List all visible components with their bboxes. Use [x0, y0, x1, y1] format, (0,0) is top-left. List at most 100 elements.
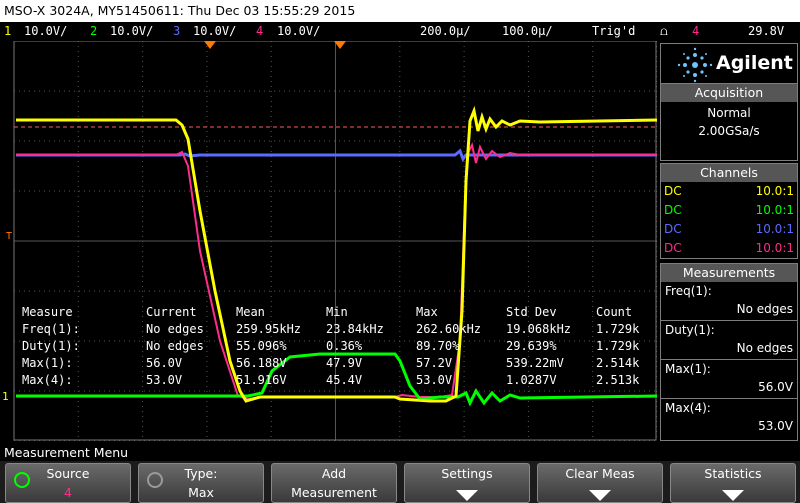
cell-current: No edges: [146, 322, 204, 336]
trigger-state: Trig'd: [592, 24, 636, 38]
side-measurement-value: No edges: [736, 341, 793, 355]
cell-current: 53.0V: [146, 373, 183, 387]
side-measurement-item[interactable]: Freq(1): No edges: [661, 282, 797, 321]
cell-max: 89.70%: [416, 339, 460, 353]
ch3-scale[interactable]: 10.0V/: [193, 24, 236, 38]
cell-current: 56.0V: [146, 356, 183, 370]
channel-probe-ratio: 10.0:1: [755, 241, 794, 255]
header-cell: Std Dev: [506, 305, 557, 319]
header-cell: Mean: [236, 305, 265, 319]
acquisition-mode: Normal: [707, 106, 751, 120]
timebase-scale[interactable]: 200.0µ/: [420, 24, 471, 38]
arrow-down-icon: [589, 490, 611, 501]
header-cell: Count: [596, 305, 633, 319]
cell-current: No edges: [146, 339, 204, 353]
trigger-level[interactable]: 29.8V: [748, 24, 784, 38]
sample-rate: 2.00GSa/s: [698, 124, 760, 138]
cell-std: 539.22mV: [506, 356, 564, 370]
channels-title: Channels: [661, 164, 797, 182]
side-measurement-item[interactable]: Max(1): 56.0V: [661, 360, 797, 399]
header-cell: Min: [326, 305, 348, 319]
side-panel: Agilent Acquisition Normal 2.00GSa/s Cha…: [657, 41, 800, 441]
waveform-display[interactable]: 1 T Measure Current Mean Min Max Std Dev Count…: [0, 41, 657, 441]
channel-probe-ratio: 10.0:1: [755, 203, 794, 217]
side-measurement-label: Max(1):: [665, 362, 711, 376]
trigger-edge-icon: ⩍: [660, 24, 668, 38]
softkey-1[interactable]: Source 4: [5, 463, 131, 503]
cell-name: Max(4):: [22, 373, 73, 387]
side-measurement-item[interactable]: Max(4): 53.0V: [665, 399, 793, 438]
cell-min: 0.36%: [326, 339, 363, 353]
brand-panel: Agilent: [660, 43, 798, 85]
cell-mean: 259.95kHz: [236, 322, 302, 336]
cell-name: Freq(1):: [22, 322, 80, 336]
channel-probe-ratio: 10.0:1: [755, 184, 794, 198]
softkey-6[interactable]: Statistics: [670, 463, 796, 503]
acquisition-title: Acquisition: [661, 84, 797, 102]
cell-count: 1.729k: [596, 339, 640, 353]
channel-row-2[interactable]: DC 10.0:1: [664, 202, 794, 221]
side-measurement-value: 56.0V: [758, 380, 793, 394]
side-measurement-label: Freq(1):: [665, 284, 712, 298]
ch3-number[interactable]: 3: [173, 24, 180, 38]
softkey-2[interactable]: Type: Max: [138, 463, 264, 503]
ch2-scale[interactable]: 10.0V/: [110, 24, 153, 38]
cell-count: 2.514k: [596, 356, 640, 370]
cell-mean: 56.188V: [236, 356, 287, 370]
cell-std: 29.639%: [506, 339, 557, 353]
menu-title: Measurement Menu: [0, 441, 800, 461]
softkey-label: Statistics: [704, 466, 762, 481]
softkey-3[interactable]: Add Measurement: [271, 463, 397, 503]
softkey-label: Add: [321, 466, 347, 481]
cell-max: 57.2V: [416, 356, 453, 370]
side-measurement-item[interactable]: Duty(1): No edges: [661, 321, 797, 360]
cell-min: 47.9V: [326, 356, 363, 370]
channel-row-4[interactable]: DC 10.0:1: [664, 240, 794, 259]
channels-panel[interactable]: Channels DC 10.0:1 DC 10.0:1 DC 10.0:1 DC 10.0:…: [660, 163, 798, 259]
acquisition-panel[interactable]: Acquisition Normal 2.00GSa/s: [660, 83, 798, 161]
channel-status-bar: 1 10.0V/ 2 10.0V/ 3 10.0V/ 4 10.0V/ 200.…: [0, 22, 800, 41]
channel-row-1[interactable]: DC 10.0:1: [664, 183, 794, 202]
channel-row-3[interactable]: DC 10.0:1: [664, 221, 794, 240]
ch4-scale[interactable]: 10.0V/: [277, 24, 320, 38]
time-delay[interactable]: 100.0µ/: [502, 24, 553, 38]
cell-std: 1.0287V: [506, 373, 557, 387]
agilent-spark-icon: [677, 47, 713, 83]
ch1-number[interactable]: 1: [4, 24, 11, 38]
measurements-panel[interactable]: Measurements Freq(1): No edges Duty(1): No …: [660, 263, 798, 441]
cell-mean: 55.096%: [236, 339, 287, 353]
header-cell: Max: [416, 305, 438, 319]
header-cell: Current: [146, 305, 197, 319]
rotate-knob-icon: [147, 472, 163, 488]
channel-coupling: DC: [664, 203, 682, 217]
cell-name: Max(1):: [22, 356, 73, 370]
trigger-level-marker-icon: T: [6, 231, 12, 242]
cell-count: 2.513k: [596, 373, 640, 387]
header-cell: Measure: [22, 305, 73, 319]
ch1-scale[interactable]: 10.0V/: [24, 24, 67, 38]
trigger-source[interactable]: 4: [692, 24, 699, 38]
softkey-5[interactable]: Clear Meas: [537, 463, 663, 503]
cell-max: 262.60kHz: [416, 322, 482, 336]
side-measurement-value: No edges: [736, 302, 793, 316]
arrow-down-icon: [456, 490, 478, 501]
arrow-down-icon: [722, 490, 744, 501]
ch4-number[interactable]: 4: [256, 24, 263, 38]
channel-coupling: DC: [664, 241, 682, 255]
softkey-4[interactable]: Settings: [404, 463, 530, 503]
measurements-title: Measurements: [661, 264, 797, 282]
ch2-number[interactable]: 2: [90, 24, 97, 38]
rotate-knob-icon: [14, 472, 30, 488]
cell-min: 23.84kHz: [326, 322, 384, 336]
channel-coupling: DC: [664, 222, 682, 236]
side-measurement-value: 53.0V: [758, 419, 793, 433]
cell-name: Duty(1):: [22, 339, 80, 353]
cell-min: 45.4V: [326, 373, 363, 387]
delay-marker-icon: [204, 41, 216, 49]
ch1-marker-icon: 1: [2, 390, 9, 403]
side-measurement-label: Duty(1):: [665, 323, 715, 337]
softkey-value: Measurement: [291, 485, 377, 500]
side-measurement-label: Max(4):: [665, 401, 711, 415]
softkey-label: Settings: [441, 466, 493, 481]
channel-probe-ratio: 10.0:1: [755, 222, 794, 236]
